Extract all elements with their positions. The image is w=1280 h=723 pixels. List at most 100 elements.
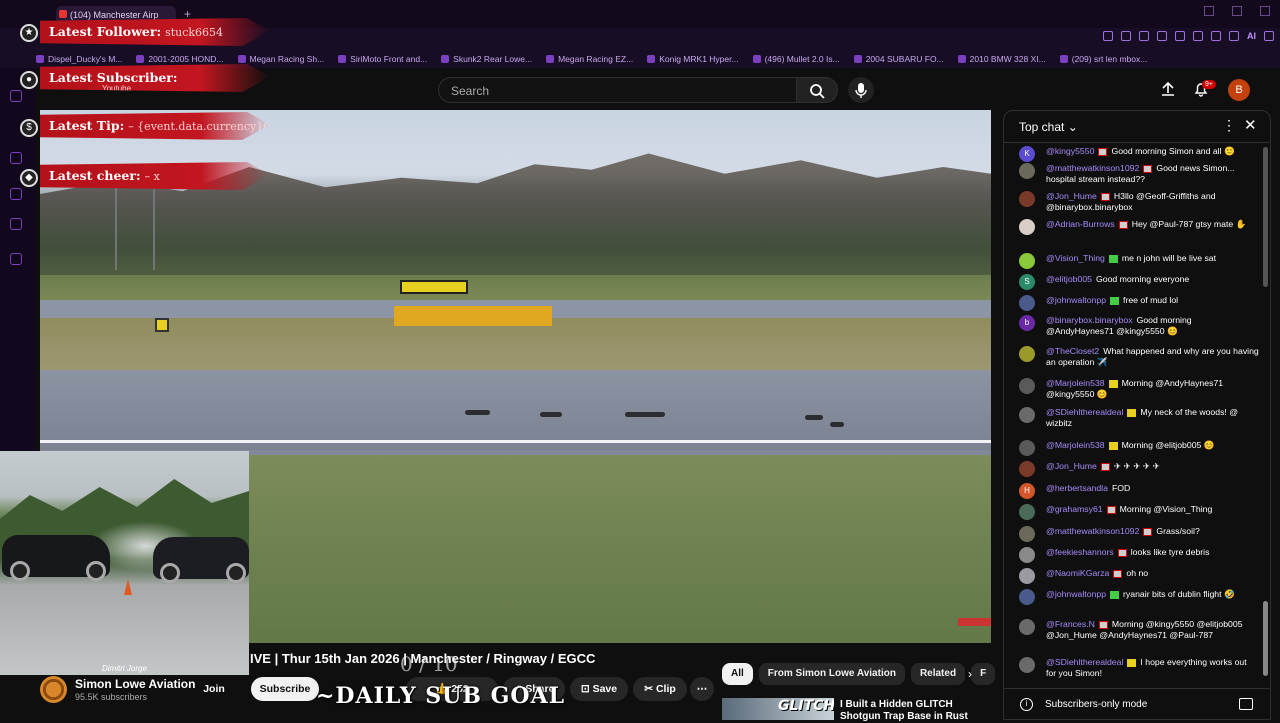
chat-author-name[interactable]: @Frances.N xyxy=(1046,619,1095,629)
chevron-right-icon[interactable]: › xyxy=(968,667,972,681)
search-input[interactable]: Search xyxy=(438,77,797,103)
maximize-button[interactable] xyxy=(1232,6,1242,16)
extension-icon[interactable] xyxy=(1103,31,1113,41)
chat-author-avatar[interactable] xyxy=(1019,163,1035,179)
chat-author-avatar[interactable] xyxy=(1019,295,1035,311)
chat-message[interactable]: @johnwaltonpp free of mud lol xyxy=(1019,295,1259,311)
chat-message[interactable]: @matthewatkinson1092 Grass/soil? xyxy=(1019,526,1259,542)
download-icon[interactable] xyxy=(1229,31,1239,41)
extension-icon[interactable] xyxy=(1193,31,1203,41)
chat-author-avatar[interactable] xyxy=(1019,504,1035,520)
chat-author-name[interactable]: @Jon_Hume xyxy=(1046,461,1097,471)
chat-author-name[interactable]: @binarybox.binarybox xyxy=(1046,315,1133,325)
chat-author-name[interactable]: @feekieshannors xyxy=(1046,547,1114,557)
extension-icon[interactable] xyxy=(1139,31,1149,41)
chat-author-avatar[interactable] xyxy=(1019,253,1035,269)
bookmark-item[interactable]: Skunk2 Rear Lowe... xyxy=(441,50,532,68)
chat-author-name[interactable]: @Adrian-Burrows xyxy=(1046,219,1115,229)
chat-message[interactable]: K @kingy5550 Good morning Simon and all 🙂 xyxy=(1019,146,1259,162)
chat-message[interactable]: @Jon_Hume ✈ ✈ ✈ ✈ ✈ xyxy=(1019,461,1259,477)
bookmark-item[interactable]: (209) srt len mbox... xyxy=(1059,50,1147,68)
bookmark-item[interactable]: 2004 SUBARU FO... xyxy=(853,50,944,68)
chat-author-avatar[interactable] xyxy=(1019,526,1035,542)
search-button[interactable] xyxy=(796,77,838,103)
chat-author-name[interactable]: @Jon_Hume xyxy=(1046,191,1097,201)
chat-author-avatar[interactable] xyxy=(1019,461,1035,477)
chat-message[interactable]: @matthewatkinson1092 Good news Simon... h… xyxy=(1019,163,1259,185)
voice-search-button[interactable] xyxy=(848,77,874,103)
join-button[interactable]: Join xyxy=(198,677,230,701)
bookmark-item[interactable]: Dispel_Ducky's M... xyxy=(36,50,122,68)
chat-author-avatar[interactable] xyxy=(1019,346,1035,362)
more-actions-button[interactable]: ⋯ xyxy=(690,677,714,701)
chat-author-name[interactable]: @kingy5550 xyxy=(1046,146,1094,156)
chat-author-name[interactable]: @TheCloset2 xyxy=(1046,346,1099,356)
chat-author-avatar[interactable] xyxy=(1019,547,1035,563)
chat-message[interactable]: @johnwaltonpp ryanair bits of dublin flig… xyxy=(1019,589,1259,605)
chat-message[interactable]: @feekieshannors looks like tyre debris xyxy=(1019,547,1259,563)
recommended-video-title[interactable]: I Built a Hidden GLITCH Shotgun Trap Bas… xyxy=(840,699,980,723)
extension-icon[interactable] xyxy=(1211,31,1221,41)
chat-author-name[interactable]: @SDiehltherealdeal xyxy=(1046,657,1123,667)
chat-author-avatar[interactable] xyxy=(1019,657,1035,673)
account-avatar[interactable]: B xyxy=(1228,79,1250,101)
close-icon[interactable]: ✕ xyxy=(1244,116,1257,134)
menu-icon[interactable] xyxy=(1264,31,1274,41)
chat-message[interactable]: @Marjolein538 Morning @elitjob005 😊 xyxy=(1019,440,1259,456)
channel-avatar[interactable] xyxy=(40,676,67,703)
chat-author-name[interactable]: @Vision_Thing xyxy=(1046,253,1105,263)
chat-author-name[interactable]: @johnwaltonpp xyxy=(1046,589,1106,599)
sidebar-icon[interactable] xyxy=(10,90,22,102)
chat-message[interactable]: @SDiehltherealdeal I hope everything work… xyxy=(1019,657,1259,679)
filter-chip[interactable]: All xyxy=(722,663,753,685)
sidebar-icon[interactable] xyxy=(10,253,22,265)
chat-author-name[interactable]: @elitjob005 xyxy=(1046,274,1092,284)
bookmark-item[interactable]: Konig MRK1 Hyper... xyxy=(647,50,739,68)
chat-author-name[interactable]: @Marjolein538 xyxy=(1046,378,1105,388)
chat-message[interactable]: @grahamsy61 Morning @Vision_Thing xyxy=(1019,504,1259,520)
chat-author-avatar[interactable]: S xyxy=(1019,274,1035,290)
filter-chip[interactable]: F xyxy=(971,663,996,685)
bookmark-item[interactable]: Megan Racing Sh... xyxy=(237,50,324,68)
chat-message[interactable]: b @binarybox.binarybox Good morning @AndyH… xyxy=(1019,315,1259,337)
chat-toggle-icon[interactable] xyxy=(1239,698,1253,710)
chat-message[interactable]: @Frances.N Morning @kingy5550 @elitjob005… xyxy=(1019,619,1259,641)
recommended-video-thumbnail[interactable]: GLITCH xyxy=(722,698,834,720)
info-icon[interactable]: i xyxy=(1020,698,1033,711)
chat-author-name[interactable]: @grahamsy61 xyxy=(1046,504,1103,514)
chat-author-avatar[interactable]: K xyxy=(1019,146,1035,162)
clip-button[interactable]: ✂ Clip xyxy=(633,677,687,701)
chat-author-name[interactable]: @SDiehltherealdeal xyxy=(1046,407,1123,417)
chat-author-avatar[interactable] xyxy=(1019,440,1035,456)
chat-author-name[interactable]: @matthewatkinson1092 xyxy=(1046,526,1139,536)
sidebar-icon[interactable] xyxy=(10,218,22,230)
bookmark-item[interactable]: (496) Mullet 2.0 Is... xyxy=(752,50,840,68)
chat-mode-selector[interactable]: Top chat ⌄ xyxy=(1019,120,1078,134)
chat-author-avatar[interactable] xyxy=(1019,619,1035,635)
chat-message[interactable]: @TheCloset2 What happened and why are you… xyxy=(1019,346,1259,368)
extension-icon[interactable] xyxy=(1121,31,1131,41)
chat-author-avatar[interactable] xyxy=(1019,589,1035,605)
chat-message[interactable]: @Vision_Thing me n john will be live sat xyxy=(1019,253,1259,269)
chat-author-avatar[interactable] xyxy=(1019,568,1035,584)
chat-author-avatar[interactable] xyxy=(1019,407,1035,423)
chat-scrollbar-thumb[interactable] xyxy=(1263,601,1268,676)
chat-author-name[interactable]: @herbertsandla xyxy=(1046,483,1108,493)
chat-message[interactable]: H @herbertsandla FOD xyxy=(1019,483,1259,499)
chat-scrollbar[interactable] xyxy=(1263,147,1268,287)
more-vert-icon[interactable]: ⋮ xyxy=(1222,117,1236,134)
chat-message[interactable]: @Adrian-Burrows Hey @Paul-787 gtsy mate ✋ xyxy=(1019,219,1259,235)
extension-icon[interactable] xyxy=(1157,31,1167,41)
chat-message[interactable]: @SDiehltherealdeal My neck of the woods! … xyxy=(1019,407,1259,429)
heart-icon[interactable] xyxy=(1175,31,1185,41)
chat-author-avatar[interactable] xyxy=(1019,219,1035,235)
chat-author-name[interactable]: @matthewatkinson1092 xyxy=(1046,163,1139,173)
chat-message[interactable]: @Marjolein538 Morning @AndyHaynes71 @king… xyxy=(1019,378,1259,400)
chat-author-avatar[interactable] xyxy=(1019,378,1035,394)
bookmark-item[interactable]: 2010 BMW 328 XI... xyxy=(957,50,1046,68)
bookmark-item[interactable]: Megan Racing EZ... xyxy=(546,50,633,68)
filter-chip[interactable]: From Simon Lowe Aviation xyxy=(758,663,905,685)
filter-chip[interactable]: Related xyxy=(910,663,966,685)
chat-author-name[interactable]: @johnwaltonpp xyxy=(1046,295,1106,305)
chat-author-name[interactable]: @NaomiKGarza xyxy=(1046,568,1109,578)
